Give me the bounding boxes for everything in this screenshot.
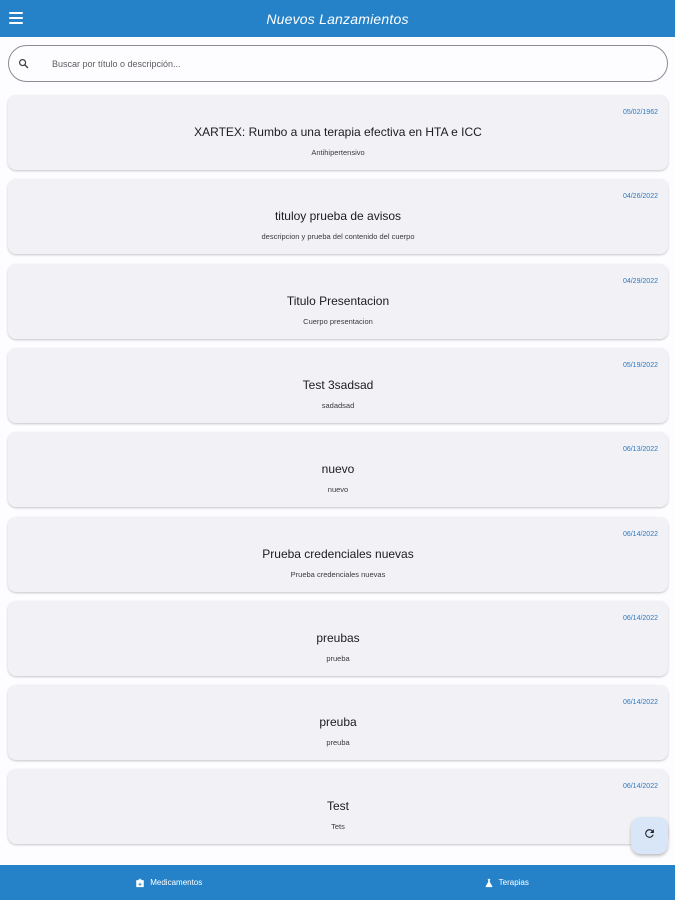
refresh-button[interactable] (631, 817, 668, 854)
menu-icon[interactable] (9, 11, 23, 25)
card-date: 06/14/2022 (622, 699, 658, 707)
search-icon (18, 58, 48, 69)
search-input[interactable] (48, 57, 667, 70)
card-title: nuevo (321, 462, 355, 477)
card-description: descripcion y prueba del contenido del c… (261, 232, 415, 242)
card-title: Test (326, 799, 349, 814)
flask-icon (485, 878, 492, 887)
card-date: 04/29/2022 (622, 277, 658, 285)
medicine-bag-icon (136, 878, 144, 887)
search-bar[interactable] (8, 45, 668, 82)
card-date: 06/14/2022 (622, 530, 658, 538)
card-description: nuevo (327, 485, 349, 495)
launch-card[interactable]: 05/19/2022 Test 3sadsad sadadsad (8, 347, 668, 423)
card-title: Titulo Presentacion (286, 293, 390, 308)
card-title: preubas (316, 630, 360, 645)
nav-terapias[interactable]: Terapias (338, 865, 675, 900)
card-date: 06/14/2022 (622, 783, 658, 791)
launch-card[interactable]: 04/26/2022 tituloy prueba de avisos descri… (8, 179, 668, 255)
card-description: prueba (326, 653, 350, 663)
page-title: Nuevos Lanzamientos (266, 10, 409, 27)
bottom-navigation: Medicamentos Terapias (0, 865, 675, 900)
launch-card[interactable]: 05/02/1962 XARTEX: Rumbo a una terapia ef… (8, 95, 668, 170)
card-description: sadadsad (321, 400, 355, 410)
card-title: tituloy prueba de avisos (274, 209, 402, 224)
card-date: 04/26/2022 (622, 193, 658, 201)
card-date: 06/14/2022 (622, 614, 658, 622)
card-title: XARTEX: Rumbo a una terapia efectiva en … (194, 125, 482, 139)
launch-card[interactable]: 06/13/2022 nuevo nuevo (8, 432, 668, 508)
launch-card[interactable]: 06/14/2022 preuba preuba (8, 685, 668, 761)
nav-medicamentos-label: Medicamentos (150, 878, 203, 887)
refresh-icon (643, 827, 656, 845)
launch-card[interactable]: 04/29/2022 Titulo Presentacion Cuerpo pres… (8, 263, 668, 339)
nav-terapias-label: Terapias (498, 878, 529, 887)
card-description: Tets (331, 822, 345, 832)
launch-card[interactable]: 06/14/2022 Prueba credenciales nuevas Prue… (8, 516, 668, 592)
launch-card[interactable]: 06/14/2022 preubas prueba (8, 600, 668, 676)
card-description: Prueba credenciales nuevas (290, 569, 386, 579)
card-title: Test 3sadsad (302, 377, 374, 392)
card-title: Prueba credenciales nuevas (262, 546, 414, 561)
card-date: 05/19/2022 (622, 361, 658, 369)
card-title: preuba (319, 715, 357, 730)
card-description: Cuerpo presentacion (303, 316, 373, 326)
card-date: 06/13/2022 (622, 446, 658, 454)
card-description: preuba (326, 738, 350, 748)
app-bar: Nuevos Lanzamientos (0, 0, 675, 37)
card-date: 05/02/1962 (622, 109, 658, 116)
nav-medicamentos[interactable]: Medicamentos (0, 865, 338, 900)
card-description: Antihipertensivo (311, 148, 365, 157)
launch-card[interactable]: 06/14/2022 Test Tets (8, 769, 668, 845)
